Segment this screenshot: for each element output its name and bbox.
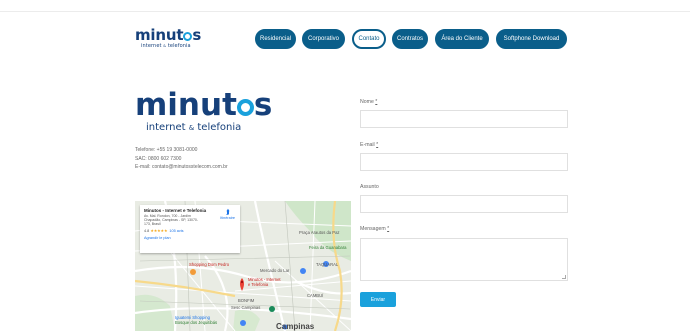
map-place-card: Minutos - Internet e Telefonia Av. Mal. … <box>140 205 240 253</box>
nav-area-cliente-button[interactable]: Área do Cliente <box>435 29 489 49</box>
nav-softphone-download-button[interactable]: Softphone Download <box>496 29 567 49</box>
email-label: E-mail * <box>360 142 379 148</box>
contact-info: Telefone: +55 19 3081-0000 SAC: 0800 602… <box>135 146 228 172</box>
star-rating-icon: ★★★★★ <box>150 228 168 233</box>
name-label: Nome * <box>360 99 378 105</box>
nav-corporativo-button[interactable]: Corporativo <box>302 29 345 49</box>
email-input[interactable] <box>360 153 568 171</box>
map-label-guanabara2: Feira da Guanabara <box>309 245 347 250</box>
logo-o-large-icon <box>236 99 254 116</box>
nav-residencial-button[interactable]: Residencial <box>255 29 296 49</box>
logo-o-icon <box>183 32 193 41</box>
logo-wordmark-large: minut s <box>135 87 273 123</box>
message-label: Mensagem * <box>360 226 390 232</box>
resize-handle-icon[interactable] <box>562 275 566 279</box>
directions-arrow-icon: ⮭ <box>225 209 230 216</box>
subject-input[interactable] <box>360 195 568 213</box>
google-map[interactable]: Minutos - Internet e Telefonia Av. Mal. … <box>135 201 351 331</box>
map-bigger-link[interactable]: Agrandir le plan <box>144 236 236 240</box>
contact-sac: SAC: 0800 602 7300 <box>135 155 182 162</box>
header-logo[interactable]: minut s internet & telefonia <box>135 26 202 50</box>
map-label-marcos: Shopping Dom Pedro <box>189 262 230 267</box>
map-card-address: Av. Mal. Rondon, 700 - Jardim Chapadão, … <box>144 214 199 227</box>
logo-tagline-large: internet & telefonia <box>146 122 242 133</box>
nav-contato-button[interactable]: Contato <box>352 29 386 49</box>
contact-email: E-mail: contato@minutosstelecom.com.br <box>135 164 228 170</box>
map-label-campinas: Campinas <box>276 322 315 331</box>
logo-wordmark: minut s <box>135 26 202 44</box>
contact-phone: Telefone: +55 19 3081-0000 <box>135 147 198 153</box>
map-label-bonfim: BONFIM <box>238 298 255 303</box>
send-button[interactable]: Enviar <box>360 292 396 307</box>
map-label-monte: Mercado do Lar <box>260 268 290 273</box>
map-label-praca: Praça Arautos da Paz <box>299 230 340 235</box>
map-directions-button[interactable]: ⮭ Itinéraire <box>220 209 235 220</box>
map-label-sesc: Sesc Campinas <box>231 305 261 310</box>
map-label-taquaral: TAQUARAL <box>316 262 339 267</box>
nav-contratos-button[interactable]: Contratos <box>392 29 428 49</box>
map-card-rating: 4.8 ★★★★★ 105 avis <box>144 228 184 233</box>
name-input[interactable] <box>360 110 568 128</box>
message-textarea[interactable] <box>360 238 568 281</box>
company-logo: minut s internet & telefonia <box>135 87 273 134</box>
map-label-bosque: Bosque dos Jequitibás <box>175 320 218 325</box>
top-divider <box>0 11 690 12</box>
map-reviews-link[interactable]: 105 avis <box>169 229 183 233</box>
subject-label: Assunto <box>360 184 379 190</box>
map-label-minutos-2: e Telefonia <box>248 282 269 287</box>
map-label-cambui: CAMBUÍ <box>307 293 324 298</box>
